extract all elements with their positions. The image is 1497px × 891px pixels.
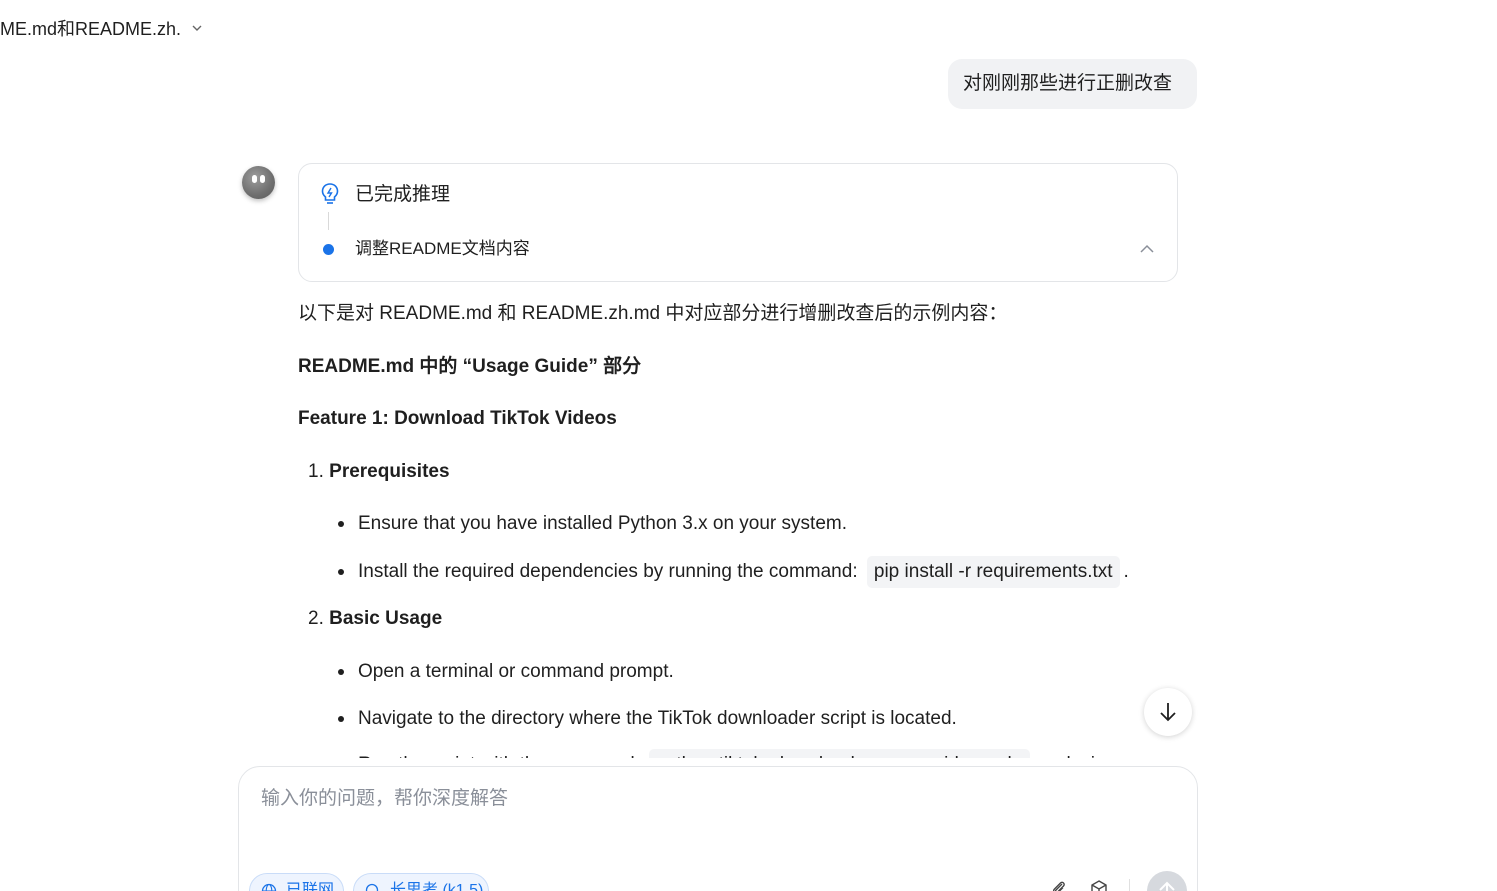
send-arrow-icon bbox=[1159, 881, 1175, 891]
thinking-icon bbox=[365, 883, 379, 891]
conversation-title: ME.md和README.zh. bbox=[0, 19, 182, 39]
list-item-title: Prerequisites bbox=[329, 461, 450, 482]
bullet-dot bbox=[338, 716, 344, 722]
bullet-text: Open a terminal or command prompt. bbox=[358, 661, 674, 682]
section-title: README.md 中的 “Usage Guide” 部分 bbox=[298, 356, 642, 377]
list-number: 1. bbox=[308, 461, 324, 482]
long-thinking-toggle[interactable]: 长思考 (k1.5) bbox=[353, 873, 489, 891]
scroll-to-bottom-button[interactable] bbox=[1144, 688, 1192, 736]
list-number: 2. bbox=[308, 608, 324, 629]
chat-page: ME.md和README.zh. 对刚刚那些进行正删改查 已完成推理 调整REA… bbox=[0, 0, 1497, 891]
assistant-avatar bbox=[242, 166, 275, 199]
chip-label: 长思考 (k1.5) bbox=[390, 882, 484, 891]
message-input[interactable] bbox=[259, 781, 1163, 817]
step-dot bbox=[323, 244, 334, 255]
reasoning-step: 调整README文档内容 bbox=[355, 239, 530, 258]
bullet-text: Ensure that you have installed Python 3.… bbox=[358, 513, 847, 534]
cube-icon[interactable] bbox=[1089, 879, 1109, 891]
list-bullet: Open a terminal or command prompt. bbox=[358, 658, 674, 686]
user-message-text: 对刚刚那些进行正删改查 bbox=[963, 73, 1173, 94]
bullet-text-suffix: . bbox=[1123, 561, 1129, 582]
chevron-down-icon bbox=[192, 25, 202, 31]
list-item-1: 1. Prerequisites bbox=[308, 458, 450, 486]
arrow-down-icon bbox=[1160, 703, 1176, 722]
chevron-up-icon[interactable] bbox=[1138, 240, 1156, 258]
list-item-title: Basic Usage bbox=[329, 608, 443, 629]
paperclip-icon[interactable] bbox=[1049, 879, 1069, 891]
reasoning-panel[interactable]: 已完成推理 调整README文档内容 bbox=[298, 163, 1178, 282]
reasoning-status: 已完成推理 bbox=[355, 184, 451, 205]
globe-icon bbox=[261, 883, 277, 891]
web-search-toggle[interactable]: 已联网 bbox=[249, 873, 344, 891]
message-composer: 已联网 长思考 (k1.5) bbox=[238, 766, 1198, 891]
avatar-eye-left bbox=[252, 175, 257, 183]
toolbar-divider bbox=[1129, 879, 1130, 891]
user-message-bubble: 对刚刚那些进行正删改查 bbox=[948, 59, 1197, 109]
answer-intro: 以下是对 README.md 和 README.zh.md 中对应部分进行增删改… bbox=[298, 303, 1008, 324]
chip-label: 已联网 bbox=[286, 882, 335, 891]
send-button[interactable] bbox=[1147, 871, 1187, 891]
bullet-dot bbox=[338, 521, 344, 527]
bullet-dot bbox=[338, 569, 344, 575]
list-bullet: Ensure that you have installed Python 3.… bbox=[358, 510, 847, 538]
inline-code: pip install -r requirements.txt bbox=[866, 556, 1120, 588]
conversation-title-dropdown[interactable]: ME.md和README.zh. bbox=[0, 16, 203, 40]
list-bullet: Navigate to the directory where the TikT… bbox=[358, 705, 957, 733]
bullet-dot bbox=[338, 669, 344, 675]
bullet-text: Install the required dependencies by run… bbox=[358, 561, 858, 582]
list-item-2: 2. Basic Usage bbox=[308, 605, 442, 633]
avatar-eye-right bbox=[260, 175, 265, 183]
timeline-connector bbox=[328, 212, 329, 230]
list-bullet: Install the required dependencies by run… bbox=[358, 556, 1129, 588]
feature-title: Feature 1: Download TikTok Videos bbox=[298, 408, 617, 429]
bullet-text: Navigate to the directory where the TikT… bbox=[358, 708, 957, 729]
lightbulb-icon bbox=[321, 183, 339, 204]
